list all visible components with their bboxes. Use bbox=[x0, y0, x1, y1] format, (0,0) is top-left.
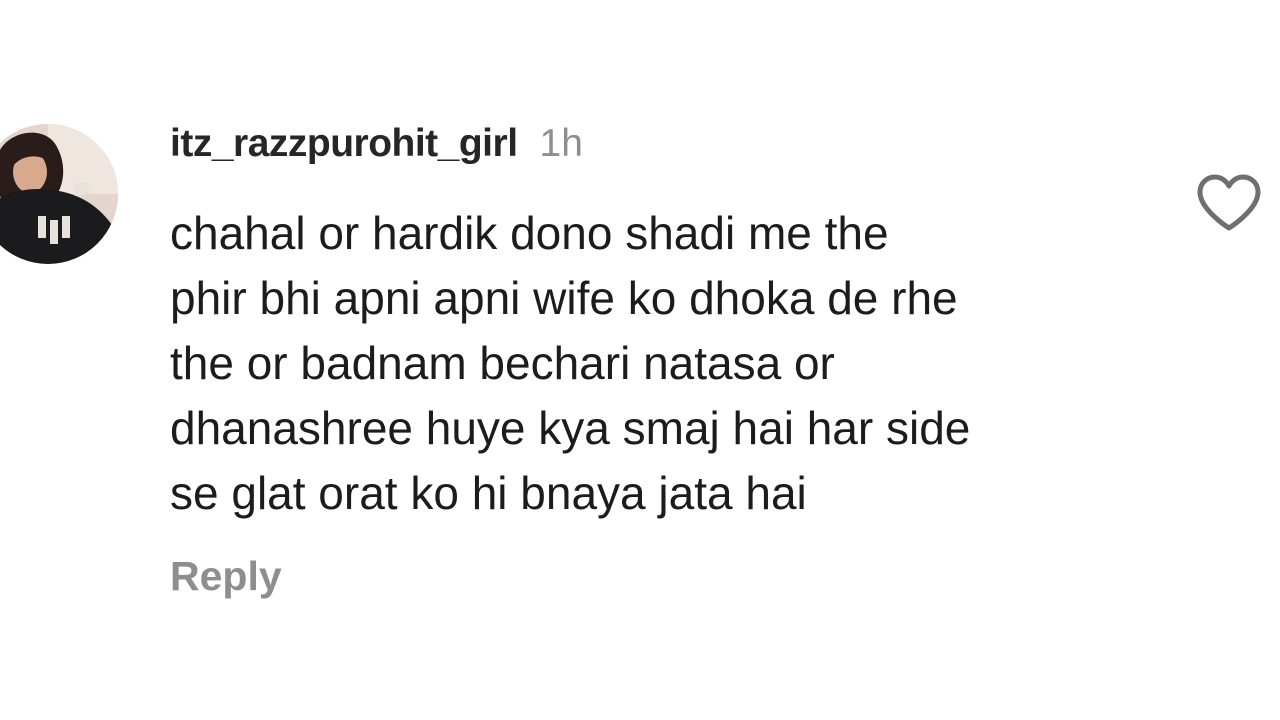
heart-outline-icon bbox=[1197, 174, 1261, 231]
comment-text: chahal or hardik dono shadi me the phir … bbox=[170, 207, 971, 519]
avatar[interactable] bbox=[0, 124, 118, 264]
timestamp: 1h bbox=[539, 122, 583, 165]
username[interactable]: itz_razzpurohit_girl bbox=[170, 122, 518, 165]
comment-header: itz_razzpurohit_girl 1h bbox=[170, 118, 583, 178]
profile-photo-icon bbox=[0, 124, 118, 264]
reply-button[interactable]: Reply bbox=[170, 548, 282, 604]
comment-item: itz_razzpurohit_girl 1h chahal or hardik … bbox=[0, 0, 1280, 720]
like-button[interactable] bbox=[1194, 172, 1264, 234]
